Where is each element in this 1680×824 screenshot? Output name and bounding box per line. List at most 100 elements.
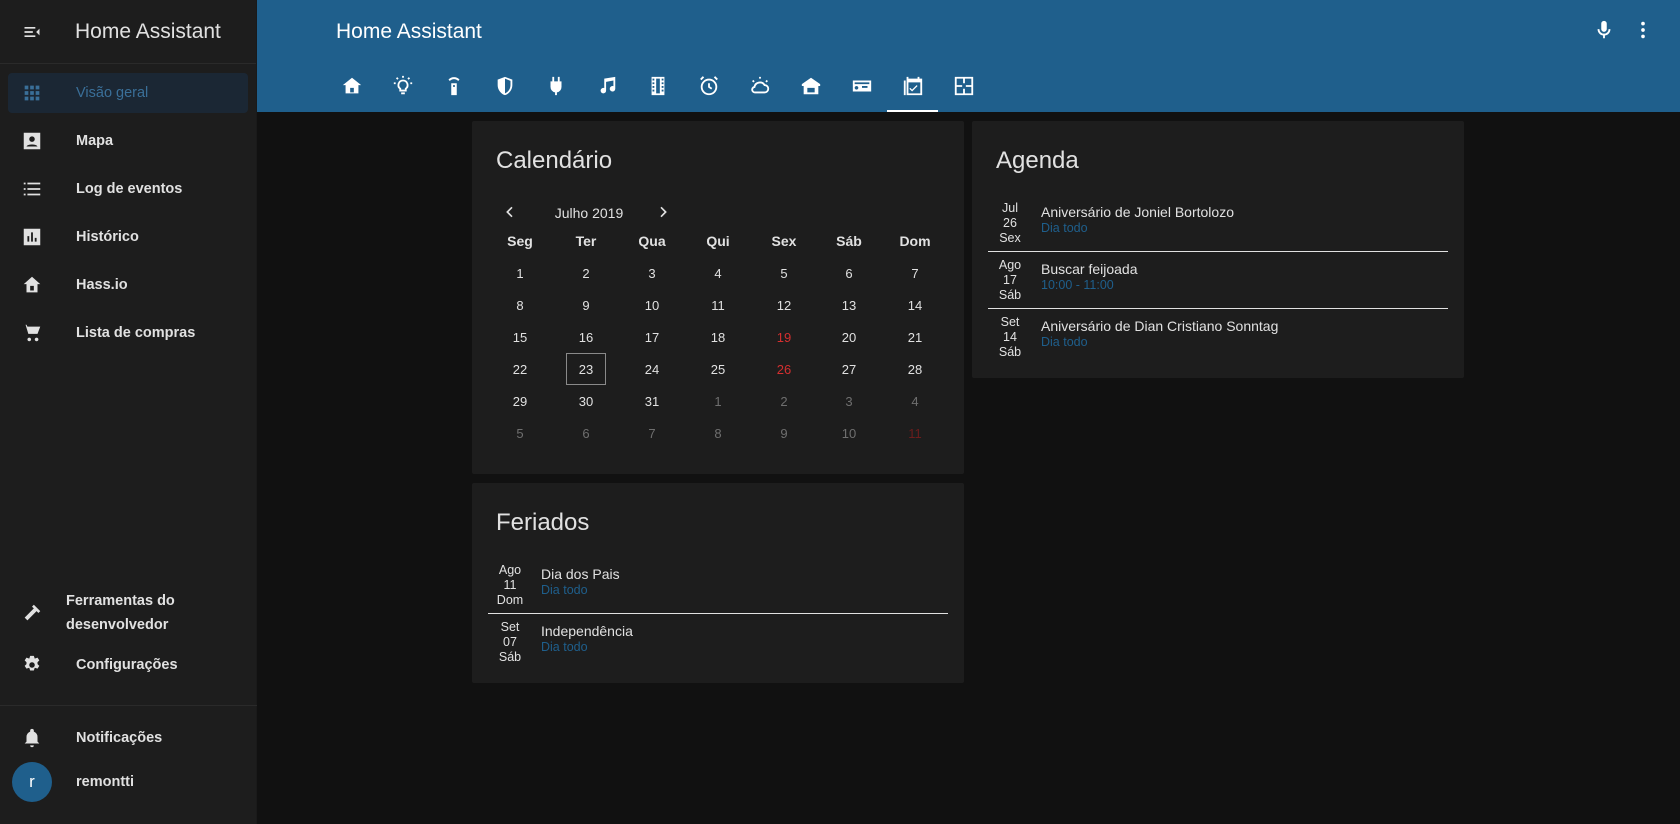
dev-tools-line2: desenvolvedor [66, 617, 169, 633]
calendar-day[interactable]: 19 [764, 321, 804, 353]
apps-icon [8, 82, 56, 104]
calendar-day[interactable]: 9 [566, 289, 606, 321]
calendar-day[interactable]: 4 [895, 385, 935, 417]
holidays-card: Feriados Ago 11 Dom Dia dos Pais Dia tod… [472, 483, 964, 683]
calendar-day[interactable]: 7 [632, 417, 672, 449]
calendar-day[interactable]: 16 [566, 321, 606, 353]
agenda-card: Agenda Jul 26 Sex Aniversário de Joniel … [972, 121, 1464, 378]
calendar-day[interactable]: 1 [500, 257, 540, 289]
calendar-day[interactable]: 6 [566, 417, 606, 449]
tab-house[interactable] [785, 64, 836, 112]
calendar-day[interactable]: 28 [895, 353, 935, 385]
projector-icon [851, 75, 873, 102]
sidebar-item-logbook[interactable]: Log de eventos [8, 169, 248, 209]
sidebar-item-notifications[interactable]: Notificações [8, 718, 248, 758]
list-item[interactable]: Ago 11 Dom Dia dos Pais Dia todo [488, 557, 948, 614]
remote-icon [443, 75, 465, 102]
calendar-day[interactable]: 5 [500, 417, 540, 449]
calendar-day[interactable]: 26 [764, 353, 804, 385]
sidebar-item-map[interactable]: Mapa [8, 121, 248, 161]
weekday-header: Seg [507, 233, 533, 249]
event-date: Ago 17 Sáb [988, 258, 1032, 303]
sidebar-item-label: Hass.io [76, 277, 128, 293]
sidebar-item-settings[interactable]: Configurações [8, 645, 248, 685]
calendar-day[interactable]: 20 [829, 321, 869, 353]
calendar-day[interactable]: 25 [698, 353, 738, 385]
map-icon [8, 130, 56, 152]
calendar-day[interactable]: 30 [566, 385, 606, 417]
calendar-day[interactable]: 1 [698, 385, 738, 417]
tab-remote[interactable] [428, 64, 479, 112]
list-item[interactable]: Set 14 Sáb Aniversário de Dian Cristiano… [988, 309, 1448, 366]
page-title: Home Assistant [336, 20, 482, 43]
sidebar-item-shopping-list[interactable]: Lista de compras [8, 313, 248, 353]
dev-tools-line1: Ferramentas do [66, 593, 175, 609]
calendar-day[interactable]: 10 [632, 289, 672, 321]
tab-home[interactable] [326, 64, 377, 112]
tab-alarms[interactable] [683, 64, 734, 112]
calendar-day[interactable]: 21 [895, 321, 935, 353]
calendar-day[interactable]: 3 [632, 257, 672, 289]
music-icon [596, 75, 618, 102]
user-name: remontti [76, 774, 134, 790]
calendar-day[interactable]: 11 [698, 289, 738, 321]
tab-lights[interactable] [377, 64, 428, 112]
tab-power[interactable] [530, 64, 581, 112]
home-icon [341, 75, 363, 102]
calendar-day[interactable]: 24 [632, 353, 672, 385]
calendar-day[interactable]: 22 [500, 353, 540, 385]
calendar-day[interactable]: 12 [764, 289, 804, 321]
calendar-day[interactable]: 29 [500, 385, 540, 417]
sidebar-item-overview[interactable]: Visão geral [8, 73, 248, 113]
calendar-day-today[interactable]: 23 [566, 353, 606, 385]
tab-calendar[interactable] [887, 64, 938, 112]
event-time: 10:00 - 11:00 [1041, 278, 1114, 292]
calendar-day[interactable]: 11 [895, 417, 935, 449]
calendar-day[interactable]: 8 [500, 289, 540, 321]
event-day: 07 [503, 635, 517, 649]
tab-music[interactable] [581, 64, 632, 112]
calendar-day[interactable]: 2 [764, 385, 804, 417]
calendar-day[interactable]: 5 [764, 257, 804, 289]
list-item[interactable]: Jul 26 Sex Aniversário de Joniel Bortolo… [988, 195, 1448, 252]
chevron-right-icon [655, 204, 671, 225]
list-item[interactable]: Set 07 Sáb Independência Dia todo [488, 614, 948, 671]
calendar-day[interactable]: 14 [895, 289, 935, 321]
tab-weather[interactable] [734, 64, 785, 112]
event-title: Buscar feijoada [1041, 261, 1138, 277]
calendar-day[interactable]: 8 [698, 417, 738, 449]
calendar-day[interactable]: 10 [829, 417, 869, 449]
avatar: r [12, 762, 52, 802]
calendar-day[interactable]: 4 [698, 257, 738, 289]
calendar-day[interactable]: 31 [632, 385, 672, 417]
calendar-day[interactable]: 2 [566, 257, 606, 289]
microphone-button[interactable] [1584, 12, 1624, 52]
event-title: Aniversário de Joniel Bortolozo [1041, 204, 1234, 220]
tab-media[interactable] [632, 64, 683, 112]
calendar-day[interactable]: 13 [829, 289, 869, 321]
event-time: Dia todo [1041, 335, 1088, 349]
calendar-day[interactable]: 9 [764, 417, 804, 449]
calendar-day[interactable]: 3 [829, 385, 869, 417]
prev-month-button[interactable] [494, 202, 526, 226]
menu-collapse-icon[interactable] [0, 0, 64, 64]
sidebar-item-history[interactable]: Histórico [8, 217, 248, 257]
overflow-menu-button[interactable] [1623, 12, 1663, 52]
tab-security[interactable] [479, 64, 530, 112]
card-title: Agenda [996, 147, 1079, 174]
calendar-day[interactable]: 15 [500, 321, 540, 353]
calendar-day[interactable]: 27 [829, 353, 869, 385]
sidebar-item-developer-tools[interactable]: Ferramentas do desenvolvedor [8, 587, 248, 639]
calendar-day[interactable]: 7 [895, 257, 935, 289]
bell-icon [8, 727, 56, 749]
calendar-day[interactable]: 6 [829, 257, 869, 289]
sidebar-item-profile[interactable]: r remontti [8, 762, 248, 802]
calendar-day[interactable]: 17 [632, 321, 672, 353]
sidebar-item-hassio[interactable]: Hass.io [8, 265, 248, 305]
next-month-button[interactable] [647, 202, 679, 226]
calendar-day[interactable]: 18 [698, 321, 738, 353]
tab-floorplan[interactable] [938, 64, 989, 112]
tab-projector[interactable] [836, 64, 887, 112]
list-item[interactable]: Ago 17 Sáb Buscar feijoada 10:00 - 11:00 [988, 252, 1448, 309]
dots-vertical-icon [1632, 19, 1654, 46]
